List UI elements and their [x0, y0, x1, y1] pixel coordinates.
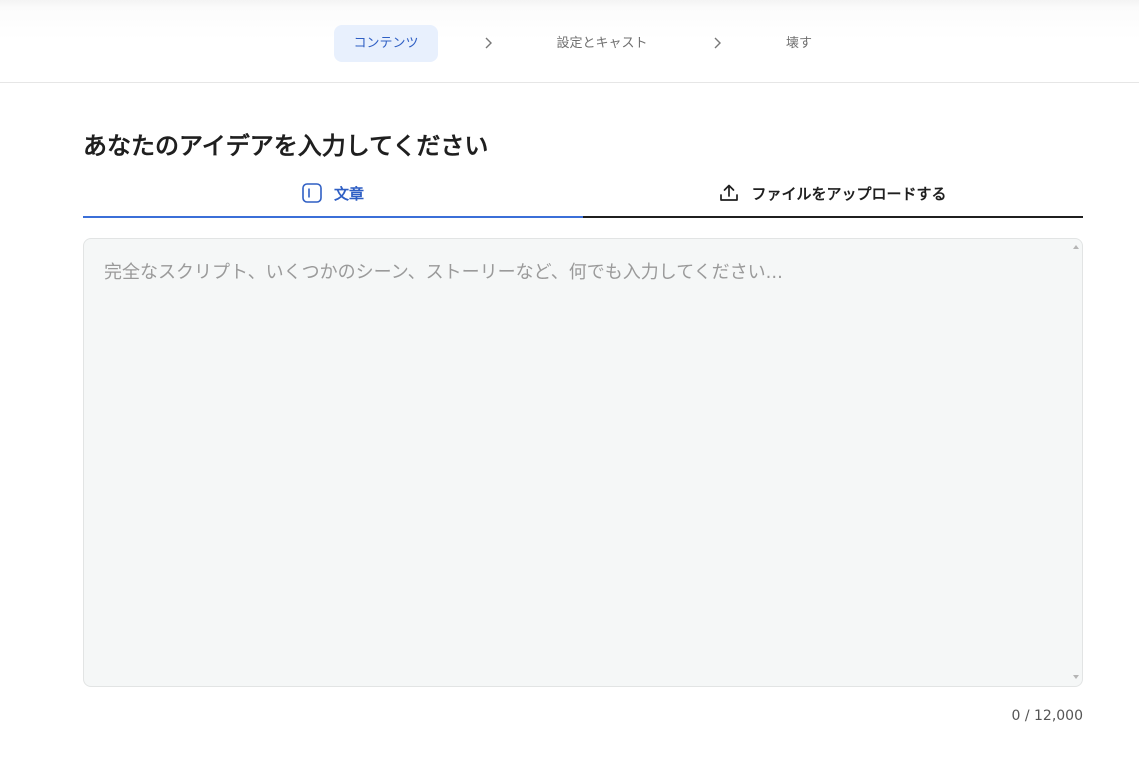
upload-icon	[719, 183, 739, 203]
chevron-right-icon	[485, 37, 492, 49]
step-content[interactable]: コンテンツ	[334, 25, 438, 62]
text-cursor-icon	[302, 183, 322, 203]
tab-text[interactable]: 文章	[83, 170, 583, 218]
step-settings-cast[interactable]: 設定とキャスト	[548, 25, 656, 62]
input-mode-tabs: 文章 ファイルをアップロードする	[83, 170, 1083, 218]
stepper-bar: コンテンツ 設定とキャスト 壊す	[0, 0, 1139, 83]
scroll-up-arrow-icon[interactable]	[1073, 245, 1079, 249]
scroll-down-arrow-icon[interactable]	[1073, 675, 1079, 679]
page-title: あなたのアイデアを入力してください	[83, 132, 489, 160]
tab-upload-label: ファイルをアップロードする	[751, 184, 947, 203]
tab-text-label: 文章	[333, 184, 364, 203]
character-counter: 0 / 12,000	[1011, 708, 1083, 724]
chevron-right-icon	[714, 37, 721, 49]
idea-textarea[interactable]	[83, 238, 1083, 687]
step-breakdown[interactable]: 壊す	[776, 25, 822, 62]
tab-upload-file[interactable]: ファイルをアップロードする	[583, 170, 1083, 218]
